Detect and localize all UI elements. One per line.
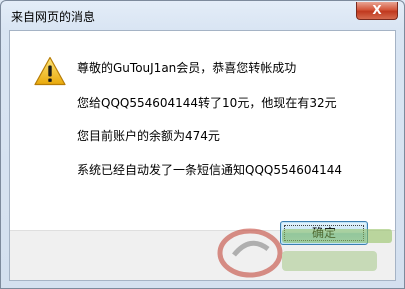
message-line-3: 您目前账户的余额为474元	[77, 129, 220, 143]
close-button[interactable]: X	[356, 2, 398, 20]
window-title: 来自网页的消息	[11, 10, 96, 24]
message-line-2: 您给QQQ554604144转了10元，他现在有32元	[77, 96, 337, 110]
close-icon: X	[372, 3, 382, 17]
warning-icon	[34, 56, 66, 86]
watermark-logo	[217, 228, 392, 278]
title-bar[interactable]: 来自网页的消息 X	[1, 1, 404, 31]
message-line-4: 系统已经自动发了一条短信通知QQQ554604144	[77, 163, 343, 177]
message-line-1: 尊敬的GuTouJ1an会员，恭喜您转帐成功	[77, 61, 297, 75]
